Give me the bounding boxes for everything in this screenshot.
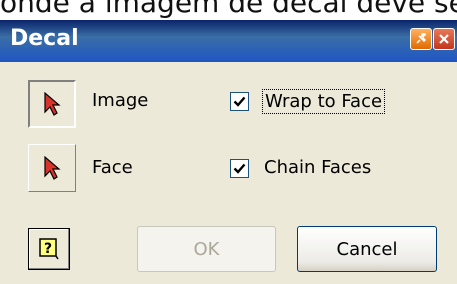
chain-faces-label[interactable]: Chain Faces bbox=[264, 157, 371, 178]
wrap-to-face-checkbox[interactable] bbox=[230, 92, 249, 111]
ok-button[interactable]: OK bbox=[137, 226, 276, 272]
decal-dialog: Decal Image Face Wrap to Face Chain Face… bbox=[0, 20, 457, 284]
svg-text:?: ? bbox=[44, 241, 52, 257]
close-icon bbox=[439, 34, 449, 44]
background-document: onde a imagem de decal deve se bbox=[0, 0, 457, 20]
face-select-button[interactable] bbox=[28, 144, 76, 192]
checkmark-icon bbox=[233, 163, 246, 174]
help-button[interactable]: ? bbox=[28, 228, 70, 270]
image-select-button[interactable] bbox=[28, 80, 76, 128]
pin-icon bbox=[416, 33, 427, 44]
wrap-to-face-label[interactable]: Wrap to Face bbox=[262, 89, 386, 114]
background-text: onde a imagem de decal deve se bbox=[0, 0, 457, 19]
checkmark-icon bbox=[233, 96, 246, 107]
face-label: Face bbox=[92, 157, 133, 178]
title-bar[interactable]: Decal bbox=[0, 20, 457, 62]
arrow-cursor-icon bbox=[44, 155, 61, 180]
dialog-title: Decal bbox=[10, 26, 79, 51]
image-label: Image bbox=[92, 90, 149, 111]
pin-button[interactable] bbox=[410, 28, 432, 50]
help-icon: ? bbox=[39, 238, 59, 260]
chain-faces-checkbox[interactable] bbox=[230, 159, 249, 178]
cancel-button[interactable]: Cancel bbox=[297, 226, 437, 272]
close-button[interactable] bbox=[433, 28, 455, 50]
arrow-cursor-icon bbox=[44, 91, 61, 116]
